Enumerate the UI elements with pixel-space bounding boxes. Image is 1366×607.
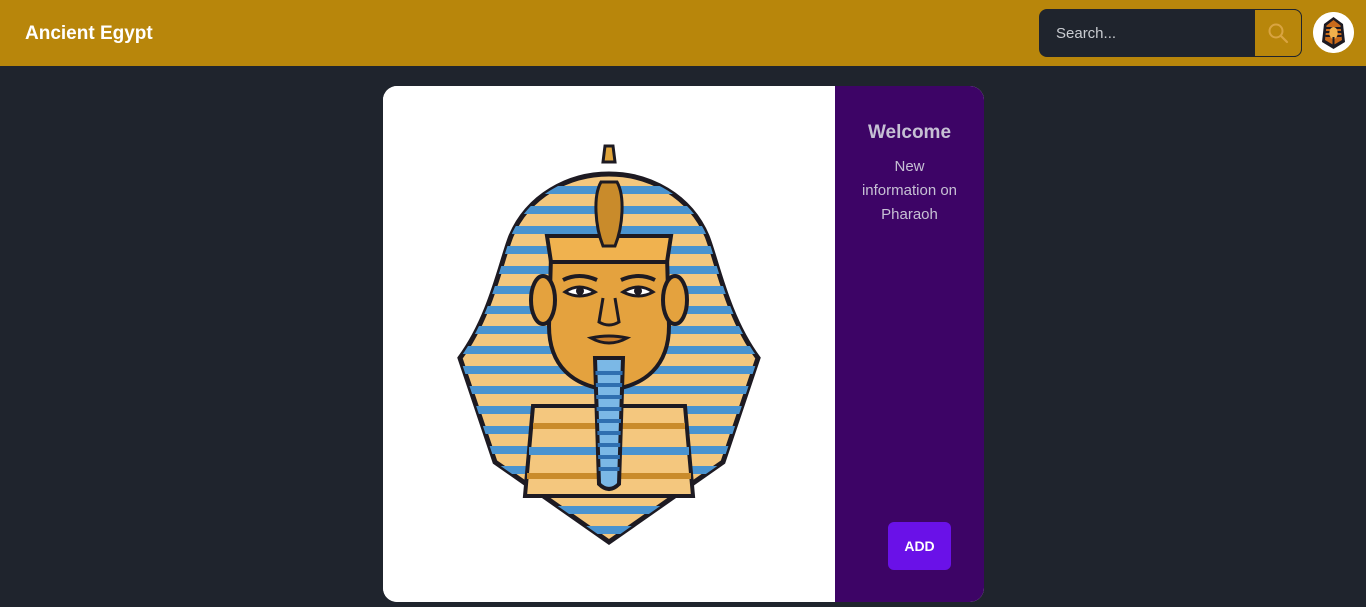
pharaoh-mask-illustration-icon [457, 144, 761, 546]
search-button[interactable] [1254, 9, 1302, 57]
search-form [1039, 9, 1302, 57]
navbar: Ancient Egypt [0, 0, 1366, 66]
welcome-title: Welcome [867, 122, 952, 143]
search-icon [1268, 23, 1289, 44]
content-card: Welcome New information on Pharaoh ADD [383, 86, 984, 602]
pharaoh-image [383, 86, 835, 602]
pharaoh-avatar-icon [1313, 12, 1354, 53]
add-button[interactable]: ADD [888, 522, 951, 570]
brand-title[interactable]: Ancient Egypt [25, 22, 153, 46]
welcome-text: New information on Pharaoh [861, 158, 958, 223]
welcome-panel: Welcome New information on Pharaoh ADD [835, 86, 984, 602]
avatar[interactable] [1313, 12, 1354, 53]
search-input[interactable] [1039, 9, 1254, 57]
